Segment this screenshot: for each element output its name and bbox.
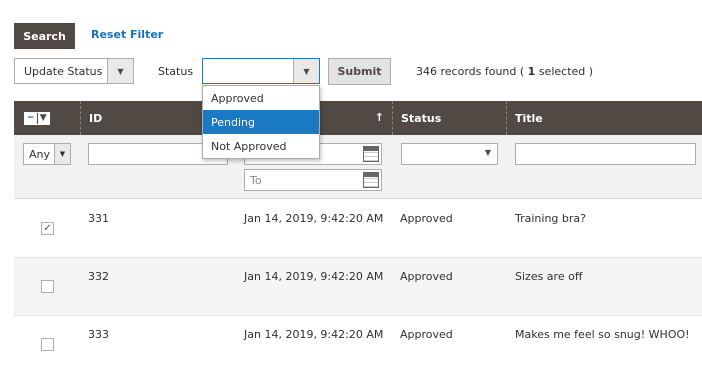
row-status: Approved bbox=[400, 212, 453, 225]
records-count: 346 records found ( 1 selected ) bbox=[416, 65, 593, 78]
status-option-approved[interactable]: Approved bbox=[203, 86, 319, 110]
column-status[interactable]: Status bbox=[392, 101, 506, 135]
date-to-input[interactable]: To bbox=[244, 169, 382, 191]
title-filter-input[interactable] bbox=[515, 143, 696, 165]
chevron-down-icon: ▼ bbox=[36, 113, 50, 124]
status-dropdown-menu: Approved Pending Not Approved bbox=[202, 85, 320, 159]
row-id: 332 bbox=[88, 270, 109, 283]
row-title: Sizes are off bbox=[515, 270, 583, 283]
chevron-down-icon: ▼ bbox=[484, 148, 491, 157]
date-to-placeholder: To bbox=[250, 174, 262, 187]
calendar-icon[interactable] bbox=[363, 146, 379, 162]
update-status-select[interactable]: Update Status ▼ bbox=[14, 58, 134, 84]
table-row[interactable]: ✓ 331 Jan 14, 2019, 9:42:20 AM Approved … bbox=[14, 200, 702, 258]
row-id: 331 bbox=[88, 212, 109, 225]
row-title: Training bra? bbox=[515, 212, 586, 225]
table-row[interactable]: 333 Jan 14, 2019, 9:42:20 AM Approved Ma… bbox=[14, 316, 702, 371]
row-checkbox[interactable]: ✓ bbox=[41, 222, 54, 235]
filter-row: Any ▼ To ▼ bbox=[14, 135, 702, 199]
row-title: Makes me feel so snug! WHOO! bbox=[515, 328, 690, 341]
status-option-not-approved[interactable]: Not Approved bbox=[203, 134, 319, 158]
row-date: Jan 14, 2019, 9:42:20 AM bbox=[244, 328, 384, 341]
update-status-label: Update Status bbox=[24, 64, 103, 78]
status-label: Status bbox=[158, 65, 194, 78]
chevron-down-icon: ▼ bbox=[107, 59, 133, 83]
mass-action-column: − ▼ bbox=[14, 101, 80, 135]
status-select[interactable]: ▼ bbox=[202, 58, 320, 84]
records-suffix: selected ) bbox=[535, 65, 594, 78]
chevron-down-icon: ▼ bbox=[54, 144, 70, 164]
row-status: Approved bbox=[400, 270, 453, 283]
row-id: 333 bbox=[88, 328, 109, 341]
row-date: Jan 14, 2019, 9:42:20 AM bbox=[244, 212, 384, 225]
row-date: Jan 14, 2019, 9:42:20 AM bbox=[244, 270, 384, 283]
column-title[interactable]: Title bbox=[506, 101, 702, 135]
grid-header: − ▼ ID ↑ Status Title bbox=[14, 101, 702, 135]
status-option-pending[interactable]: Pending bbox=[203, 110, 319, 134]
any-filter-select[interactable]: Any ▼ bbox=[23, 143, 71, 165]
submit-button[interactable]: Submit bbox=[328, 58, 391, 85]
status-filter-select[interactable]: ▼ bbox=[401, 143, 498, 165]
row-checkbox[interactable] bbox=[41, 338, 54, 351]
row-checkbox[interactable] bbox=[41, 280, 54, 293]
minus-icon: − bbox=[26, 113, 35, 123]
column-id-label: ID bbox=[89, 111, 103, 125]
column-status-label: Status bbox=[401, 111, 442, 125]
arrow-up-icon: ↑ bbox=[374, 111, 384, 124]
any-filter-label: Any bbox=[29, 147, 51, 161]
reset-filter-link[interactable]: Reset Filter bbox=[91, 28, 163, 41]
calendar-icon[interactable] bbox=[363, 172, 379, 188]
mass-action-select[interactable]: − ▼ bbox=[24, 112, 50, 125]
chevron-down-icon: ▼ bbox=[293, 59, 319, 83]
column-title-label: Title bbox=[515, 111, 543, 125]
row-status: Approved bbox=[400, 328, 453, 341]
search-button[interactable]: Search bbox=[14, 23, 75, 49]
table-row[interactable]: 332 Jan 14, 2019, 9:42:20 AM Approved Si… bbox=[14, 258, 702, 316]
records-prefix: 346 records found ( bbox=[416, 65, 528, 78]
